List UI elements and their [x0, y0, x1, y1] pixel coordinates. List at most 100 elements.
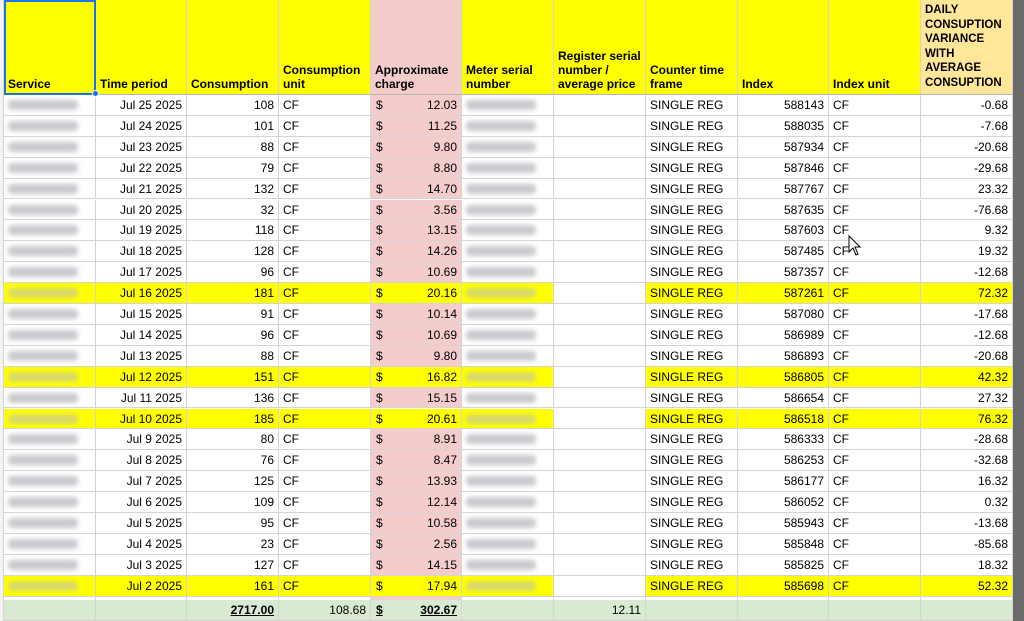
- consumption-unit-cell[interactable]: CF: [279, 324, 371, 346]
- index-cell[interactable]: 587485: [738, 241, 829, 263]
- consumption-cell[interactable]: 136: [187, 387, 279, 409]
- consumption-cell[interactable]: 128: [187, 241, 279, 263]
- charge-cell[interactable]: $9.80: [371, 345, 462, 367]
- total-cell-variance[interactable]: [921, 600, 1013, 621]
- total-cell-index-unit[interactable]: [829, 600, 921, 621]
- meter-serial-cell-redacted[interactable]: [462, 387, 554, 409]
- counter-time-frame-cell[interactable]: SINGLE REG: [646, 450, 738, 472]
- charge-cell[interactable]: $8.91: [371, 429, 462, 451]
- index-unit-cell[interactable]: CF: [829, 324, 921, 346]
- service-cell-redacted[interactable]: [4, 554, 96, 576]
- consumption-unit-cell[interactable]: CF: [279, 387, 371, 409]
- consumption-unit-cell[interactable]: CF: [279, 95, 371, 116]
- time-period-cell[interactable]: Jul 5 2025: [96, 513, 187, 534]
- daily-variance-cell[interactable]: -28.68: [921, 429, 1013, 451]
- counter-time-frame-cell[interactable]: SINGLE REG: [646, 345, 738, 367]
- total-cell-period[interactable]: [96, 600, 187, 621]
- service-cell-redacted[interactable]: [4, 115, 96, 137]
- charge-cell[interactable]: $14.26: [371, 241, 462, 263]
- index-unit-cell[interactable]: CF: [829, 366, 921, 388]
- time-period-cell[interactable]: Jul 13 2025: [96, 345, 187, 367]
- total-cell-service[interactable]: [4, 600, 96, 621]
- meter-serial-cell-redacted[interactable]: [462, 157, 554, 179]
- charge-cell[interactable]: $8.80: [371, 157, 462, 179]
- index-cell[interactable]: 587635: [738, 199, 829, 221]
- meter-serial-cell-redacted[interactable]: [462, 262, 554, 284]
- charge-cell[interactable]: $10.58: [371, 513, 462, 534]
- service-cell-redacted[interactable]: [4, 533, 96, 555]
- meter-serial-cell-redacted[interactable]: [462, 95, 554, 116]
- charge-cell[interactable]: $3.56: [371, 199, 462, 221]
- consumption-cell[interactable]: 161: [187, 575, 279, 597]
- index-cell[interactable]: 585825: [738, 554, 829, 576]
- charge-cell[interactable]: $8.47: [371, 450, 462, 472]
- register-serial-cell[interactable]: [554, 220, 646, 242]
- service-cell-redacted[interactable]: [4, 262, 96, 284]
- counter-time-frame-cell[interactable]: SINGLE REG: [646, 324, 738, 346]
- daily-variance-cell[interactable]: 0.32: [921, 492, 1013, 513]
- charge-cell[interactable]: $10.14: [371, 304, 462, 325]
- header-daily-variance[interactable]: DAILY CONSUPTION VARIANCE WITH AVERAGE C…: [921, 0, 1013, 95]
- register-serial-cell[interactable]: [554, 533, 646, 555]
- register-serial-cell[interactable]: [554, 115, 646, 137]
- consumption-unit-cell[interactable]: CF: [279, 136, 371, 158]
- charge-cell[interactable]: $20.16: [371, 283, 462, 304]
- daily-variance-cell[interactable]: 23.32: [921, 178, 1013, 200]
- meter-serial-cell-redacted[interactable]: [462, 199, 554, 221]
- service-cell-redacted[interactable]: [4, 471, 96, 493]
- counter-time-frame-cell[interactable]: SINGLE REG: [646, 95, 738, 116]
- meter-serial-cell-redacted[interactable]: [462, 471, 554, 493]
- counter-time-frame-cell[interactable]: SINGLE REG: [646, 157, 738, 179]
- header-register-serial[interactable]: Register serial number / average price: [554, 0, 646, 95]
- daily-variance-cell[interactable]: -0.68: [921, 95, 1013, 116]
- register-serial-cell[interactable]: [554, 262, 646, 284]
- index-unit-cell[interactable]: CF: [829, 178, 921, 200]
- consumption-cell[interactable]: 125: [187, 471, 279, 493]
- counter-time-frame-cell[interactable]: SINGLE REG: [646, 513, 738, 534]
- consumption-cell[interactable]: 88: [187, 345, 279, 367]
- meter-serial-cell-redacted[interactable]: [462, 533, 554, 555]
- time-period-cell[interactable]: Jul 11 2025: [96, 387, 187, 409]
- counter-time-frame-cell[interactable]: SINGLE REG: [646, 408, 738, 430]
- service-cell-redacted[interactable]: [4, 345, 96, 367]
- consumption-average[interactable]: 108.68: [279, 600, 371, 621]
- charge-cell[interactable]: $14.70: [371, 178, 462, 200]
- counter-time-frame-cell[interactable]: SINGLE REG: [646, 554, 738, 576]
- consumption-cell[interactable]: 96: [187, 324, 279, 346]
- time-period-cell[interactable]: Jul 4 2025: [96, 533, 187, 555]
- index-unit-cell[interactable]: CF: [829, 408, 921, 430]
- daily-variance-cell[interactable]: -85.68: [921, 533, 1013, 555]
- consumption-unit-cell[interactable]: CF: [279, 241, 371, 263]
- register-serial-cell[interactable]: [554, 178, 646, 200]
- consumption-cell[interactable]: 101: [187, 115, 279, 137]
- index-cell[interactable]: 587357: [738, 262, 829, 284]
- counter-time-frame-cell[interactable]: SINGLE REG: [646, 136, 738, 158]
- consumption-cell[interactable]: 181: [187, 283, 279, 304]
- consumption-cell[interactable]: 108: [187, 95, 279, 116]
- register-serial-cell[interactable]: [554, 199, 646, 221]
- header-counter-time-frame[interactable]: Counter time frame: [646, 0, 738, 95]
- service-cell-redacted[interactable]: [4, 575, 96, 597]
- meter-serial-cell-redacted[interactable]: [462, 575, 554, 597]
- daily-variance-cell[interactable]: 42.32: [921, 366, 1013, 388]
- consumption-cell[interactable]: 88: [187, 136, 279, 158]
- service-cell-redacted[interactable]: [4, 283, 96, 304]
- index-cell[interactable]: 587846: [738, 157, 829, 179]
- consumption-unit-cell[interactable]: CF: [279, 178, 371, 200]
- index-unit-cell[interactable]: CF: [829, 241, 921, 263]
- consumption-cell[interactable]: 109: [187, 492, 279, 513]
- time-period-cell[interactable]: Jul 12 2025: [96, 366, 187, 388]
- charge-cell[interactable]: $14.15: [371, 554, 462, 576]
- service-cell-redacted[interactable]: [4, 429, 96, 451]
- meter-serial-cell-redacted[interactable]: [462, 304, 554, 325]
- time-period-cell[interactable]: Jul 24 2025: [96, 115, 187, 137]
- time-period-cell[interactable]: Jul 8 2025: [96, 450, 187, 472]
- service-cell-redacted[interactable]: [4, 408, 96, 430]
- index-cell[interactable]: 586253: [738, 450, 829, 472]
- index-unit-cell[interactable]: CF: [829, 554, 921, 576]
- consumption-unit-cell[interactable]: CF: [279, 304, 371, 325]
- register-serial-cell[interactable]: [554, 157, 646, 179]
- charge-cell[interactable]: $11.25: [371, 115, 462, 137]
- meter-serial-cell-redacted[interactable]: [462, 115, 554, 137]
- time-period-cell[interactable]: Jul 22 2025: [96, 157, 187, 179]
